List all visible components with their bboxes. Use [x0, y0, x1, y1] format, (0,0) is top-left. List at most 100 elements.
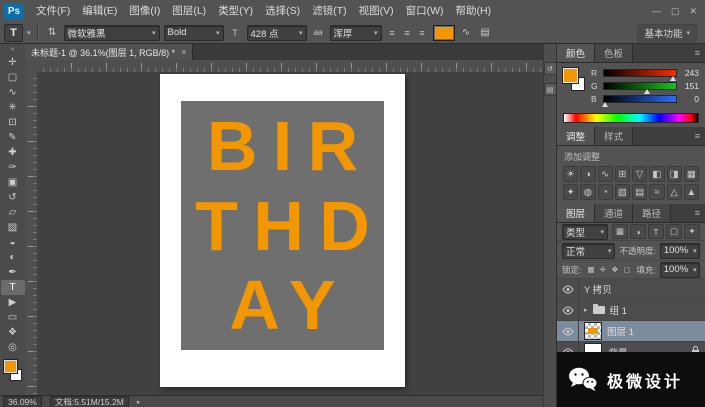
- align-icon-2[interactable]: ≡: [416, 27, 429, 39]
- tab-paths[interactable]: 路径: [633, 204, 671, 222]
- close-window-button[interactable]: ✕: [689, 6, 697, 17]
- adjustment-icon-1[interactable]: ◑: [580, 166, 595, 182]
- font-family-select[interactable]: 微软雅黑 ▾: [64, 25, 160, 41]
- blue-slider[interactable]: [603, 95, 677, 103]
- blue-value[interactable]: 0: [681, 94, 699, 104]
- menu-item-7[interactable]: 视图(V): [353, 1, 400, 22]
- visibility-toggle[interactable]: [557, 279, 579, 299]
- slider-marker[interactable]: [670, 76, 676, 81]
- type-tool[interactable]: T: [1, 280, 25, 295]
- adjustment-icon-4[interactable]: ▽: [632, 166, 647, 182]
- filter-icon-2[interactable]: T: [648, 224, 664, 239]
- adjustment-icon-2[interactable]: ∿: [598, 166, 613, 182]
- green-value[interactable]: 151: [681, 81, 699, 91]
- adjustment-icon-0[interactable]: ☀: [563, 166, 578, 182]
- menu-item-5[interactable]: 选择(S): [259, 1, 306, 22]
- history-brush-tool[interactable]: ↺: [1, 190, 25, 205]
- fill-select[interactable]: 100% ▾: [660, 262, 700, 278]
- tab-adjustments[interactable]: 调整: [557, 127, 595, 145]
- canvas-viewport[interactable]: BIR THD AY: [37, 72, 543, 395]
- warp-text-icon[interactable]: ∿: [459, 26, 474, 40]
- font-size-select[interactable]: 428 点 ▾: [247, 25, 307, 41]
- filter-icon-4[interactable]: ✦: [684, 224, 700, 239]
- hand-tool[interactable]: ❖: [1, 325, 25, 340]
- lock-icon-0[interactable]: ▦: [585, 264, 596, 275]
- menu-item-3[interactable]: 图层(L): [166, 1, 212, 22]
- adjustment-icon-6[interactable]: ◨: [667, 166, 682, 182]
- dodge-tool[interactable]: ◐: [1, 250, 25, 265]
- menu-item-8[interactable]: 窗口(W): [400, 1, 450, 22]
- quick-select-tool[interactable]: ✳: [1, 100, 25, 115]
- zoom-level-field[interactable]: 36.09%: [3, 396, 42, 407]
- adjustment-icon-3[interactable]: ⊞: [615, 166, 630, 182]
- red-value[interactable]: 243: [681, 68, 699, 78]
- tool-preset-arrow-icon[interactable]: ▾: [27, 29, 31, 37]
- adjustment-icon-14[interactable]: △: [667, 184, 682, 200]
- foreground-background-swatches[interactable]: [3, 359, 23, 383]
- panel-menu-icon[interactable]: ≡: [690, 127, 705, 145]
- menu-item-0[interactable]: 文件(F): [30, 1, 76, 22]
- filter-icon-3[interactable]: ▢: [666, 224, 682, 239]
- lasso-tool[interactable]: ∿: [1, 85, 25, 100]
- pen-tool[interactable]: ✒: [1, 265, 25, 280]
- adjustment-icon-7[interactable]: ▦: [684, 166, 699, 182]
- dock-panel-icon-0[interactable]: ↺: [544, 62, 557, 75]
- tab-styles[interactable]: 样式: [595, 127, 633, 145]
- eraser-tool[interactable]: ▱: [1, 205, 25, 220]
- workspace-switcher[interactable]: 基本功能 ▾: [637, 24, 697, 42]
- font-style-select[interactable]: Bold ▾: [164, 25, 224, 41]
- foreground-color-swatch[interactable]: [4, 360, 17, 373]
- text-orientation-icon[interactable]: ⇅: [45, 26, 60, 40]
- layer-thumbnail[interactable]: [584, 322, 602, 340]
- visibility-toggle[interactable]: [557, 300, 579, 320]
- lock-icon-2[interactable]: ✥: [609, 264, 620, 275]
- adjustment-icon-11[interactable]: ▧: [615, 184, 630, 200]
- adjustment-icon-13[interactable]: ≈: [649, 184, 664, 200]
- adjustment-icon-9[interactable]: ◍: [580, 184, 595, 200]
- red-slider[interactable]: [603, 69, 677, 77]
- crop-tool[interactable]: ⊡: [1, 115, 25, 130]
- minimize-button[interactable]: —: [652, 6, 661, 17]
- adjustment-icon-5[interactable]: ◧: [649, 166, 664, 182]
- adjustment-icon-10[interactable]: ◔: [598, 184, 613, 200]
- shape-tool[interactable]: ▭: [1, 310, 25, 325]
- panel-menu-icon[interactable]: ≡: [690, 204, 705, 222]
- slider-marker[interactable]: [602, 102, 608, 107]
- clone-stamp-tool[interactable]: ▣: [1, 175, 25, 190]
- tab-color[interactable]: 颜色: [557, 44, 595, 62]
- lock-icon-1[interactable]: ✛: [597, 264, 608, 275]
- layer-row-y-copy[interactable]: Y 拷贝: [557, 279, 705, 300]
- menu-item-2[interactable]: 图像(I): [123, 1, 166, 22]
- blend-mode-select[interactable]: 正常 ▾: [562, 243, 615, 259]
- healing-brush-tool[interactable]: ✚: [1, 145, 25, 160]
- menu-item-4[interactable]: 类型(Y): [212, 1, 259, 22]
- slider-marker[interactable]: [644, 89, 650, 94]
- menu-item-1[interactable]: 编辑(E): [76, 1, 123, 22]
- move-tool[interactable]: ✛: [1, 55, 25, 70]
- gradient-tool[interactable]: ▨: [1, 220, 25, 235]
- visibility-toggle[interactable]: [557, 321, 579, 341]
- toggle-panels-icon[interactable]: ▤: [478, 26, 493, 40]
- tab-layers[interactable]: 图层: [557, 204, 595, 222]
- lock-icon-3[interactable]: ◻: [621, 264, 632, 275]
- restore-button[interactable]: ▢: [671, 6, 680, 17]
- filter-type-select[interactable]: 类型 ▾: [562, 224, 608, 240]
- adjustment-icon-15[interactable]: ▲: [684, 184, 699, 200]
- tab-swatches[interactable]: 色板: [595, 44, 633, 62]
- adjustment-icon-8[interactable]: ✦: [563, 184, 578, 200]
- color-spectrum-ramp[interactable]: [563, 113, 699, 123]
- adjustment-icon-12[interactable]: ▤: [632, 184, 647, 200]
- menu-item-9[interactable]: 帮助(H): [450, 1, 498, 22]
- anti-alias-select[interactable]: 浑厚 ▾: [330, 25, 382, 41]
- layer-row-group-1[interactable]: ▸ 组 1: [557, 300, 705, 321]
- dock-panel-icon-1[interactable]: ▤: [544, 83, 557, 96]
- close-tab-icon[interactable]: ×: [181, 47, 186, 57]
- status-options-arrow-icon[interactable]: ▸: [137, 398, 141, 406]
- filter-icon-1[interactable]: ◑: [630, 224, 646, 239]
- path-select-tool[interactable]: ▶: [1, 295, 25, 310]
- marquee-tool[interactable]: ▢: [1, 70, 25, 85]
- zoom-tool[interactable]: ◎: [1, 340, 25, 355]
- text-color-swatch[interactable]: [433, 25, 455, 41]
- panel-menu-icon[interactable]: ≡: [690, 44, 705, 62]
- align-icon-1[interactable]: ≡: [401, 27, 414, 39]
